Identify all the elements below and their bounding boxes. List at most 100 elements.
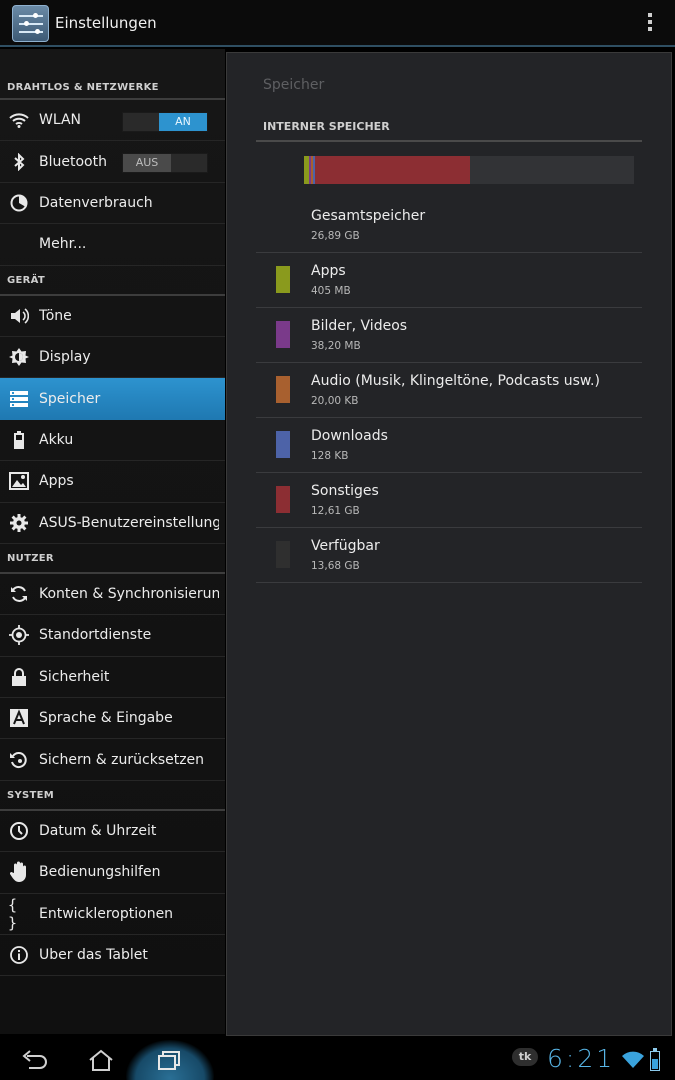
sidebar-item-apps[interactable]: Apps (0, 461, 225, 503)
toggle-state: AUS (123, 154, 171, 173)
sidebar-item-date-time[interactable]: Datum & Uhrzeit (0, 811, 225, 853)
panel-title: Speicher (263, 77, 325, 93)
sidebar-item-language-input[interactable]: Sprache & Eingabe (0, 698, 225, 740)
sidebar-item-bluetooth[interactable]: Bluetooth AUS (0, 141, 225, 183)
sidebar-item-asus-settings[interactable]: ASUS-Benutzereinstellungen (0, 503, 225, 544)
sidebar-item-sounds[interactable]: Töne (0, 296, 225, 337)
sync-icon (8, 583, 30, 605)
sidebar-item-storage[interactable]: Speicher (0, 378, 225, 420)
sidebar-item-label: Konten & Synchronisierung (39, 586, 219, 603)
storage-row-value: 26,89 GB (311, 230, 360, 242)
brightness-icon (8, 346, 30, 368)
sidebar-item-label: Über das Tablet (39, 947, 148, 964)
sidebar-item-wlan[interactable]: WLAN AN (0, 100, 225, 142)
volume-icon (8, 305, 30, 327)
sidebar-item-label: Sicherheit (39, 668, 110, 685)
color-swatch (276, 376, 290, 403)
battery-icon (8, 429, 30, 451)
storage-row-total[interactable]: Gesamtspeicher 26,89 GB (256, 198, 642, 253)
color-swatch (276, 541, 290, 568)
color-swatch (276, 266, 290, 293)
internal-storage-header: INTERNER SPEICHER (256, 120, 642, 142)
recent-apps-icon[interactable] (152, 1046, 186, 1074)
bluetooth-toggle[interactable]: AUS (122, 153, 208, 174)
storage-row-audio[interactable]: Audio (Musik, Klingeltöne, Podcasts usw.… (256, 363, 642, 418)
sidebar-item-more[interactable]: Mehr... (0, 224, 225, 266)
storage-row-available[interactable]: Verfügbar 13,68 GB (256, 528, 642, 583)
color-swatch (276, 431, 290, 458)
color-swatch (276, 486, 290, 513)
gear-icon (8, 512, 30, 534)
notification-badge[interactable]: tk (512, 1048, 538, 1066)
storage-row-value: 128 KB (311, 450, 349, 462)
back-icon[interactable] (18, 1046, 52, 1074)
sidebar-item-label: Speicher (39, 390, 101, 407)
apps-icon (8, 470, 30, 492)
clock-icon (8, 820, 30, 842)
sidebar-item-label: Bedienungshilfen (39, 864, 161, 881)
sidebar-item-label: Standortdienste (39, 627, 152, 644)
home-icon[interactable] (84, 1046, 118, 1074)
sidebar-item-about-tablet[interactable]: Über das Tablet (0, 935, 225, 977)
storage-row-downloads[interactable]: Downloads 128 KB (256, 418, 642, 473)
status-clock[interactable]: 6:21 (547, 1044, 615, 1073)
accessibility-hand-icon (8, 861, 30, 883)
storage-icon (8, 388, 30, 410)
bluetooth-icon (8, 151, 30, 173)
location-icon (8, 624, 30, 646)
lock-icon (8, 666, 30, 688)
storage-row-value: 13,68 GB (311, 560, 360, 572)
storage-row-value: 20,00 KB (311, 395, 359, 407)
sidebar-item-label: Sichern & zurücksetzen (39, 751, 205, 768)
sidebar-item-developer-options[interactable]: { } Entwickleroptionen (0, 894, 225, 936)
overflow-menu-icon[interactable] (647, 13, 653, 35)
sidebar-item-label: Entwickleroptionen (39, 905, 174, 922)
section-header-device: GERÄT (0, 266, 225, 296)
action-bar: Einstellungen (0, 0, 675, 47)
sidebar-item-security[interactable]: Sicherheit (0, 657, 225, 699)
wifi-icon (8, 109, 30, 131)
storage-row-value: 12,61 GB (311, 505, 360, 517)
section-header-user: NUTZER (0, 544, 225, 574)
storage-usage-bar (304, 156, 635, 184)
sidebar-item-label: Akku (39, 431, 74, 448)
storage-row-name: Gesamtspeicher (311, 208, 426, 224)
sidebar-item-accessibility[interactable]: Bedienungshilfen (0, 852, 225, 894)
sidebar-item-label: Mehr... (39, 236, 87, 253)
usage-segment-sonstiges (314, 156, 470, 184)
sidebar-item-display[interactable]: Display (0, 337, 225, 379)
wifi-signal-icon (622, 1051, 644, 1073)
data-usage-icon (8, 192, 30, 214)
storage-row-pictures-videos[interactable]: Bilder, Videos 38,20 MB (256, 308, 642, 363)
storage-row-value: 405 MB (311, 285, 351, 297)
sidebar-item-battery[interactable]: Akku (0, 420, 225, 462)
storage-row-other[interactable]: Sonstiges 12,61 GB (256, 473, 642, 528)
sidebar-item-label: Sprache & Eingabe (39, 710, 173, 727)
language-icon (8, 707, 30, 729)
color-swatch (276, 321, 290, 348)
battery-status-icon (650, 1048, 660, 1071)
settings-app-icon[interactable] (12, 5, 49, 42)
storage-row-value: 38,20 MB (311, 340, 361, 352)
system-nav-bar: tk 6:21 (0, 1040, 675, 1080)
wlan-toggle[interactable]: AN (122, 112, 208, 132)
sidebar-item-location[interactable]: Standortdienste (0, 615, 225, 657)
storage-row-name: Sonstiges (311, 483, 379, 499)
sidebar-item-label: Apps (39, 473, 74, 490)
sidebar-item-backup-reset[interactable]: Sichern & zurücksetzen (0, 739, 225, 781)
info-icon (8, 944, 30, 966)
sidebar-item-data-usage[interactable]: Datenverbrauch (0, 183, 225, 225)
sidebar-item-label: Datenverbrauch (39, 194, 153, 211)
sidebar-item-label: Töne (39, 307, 72, 324)
settings-sidebar: DRAHTLOS & NETZWERKE WLAN AN Bluetooth A… (0, 49, 225, 1034)
sidebar-item-accounts-sync[interactable]: Konten & Synchronisierung (0, 574, 225, 616)
storage-row-name: Bilder, Videos (311, 318, 408, 334)
sidebar-item-label: Datum & Uhrzeit (39, 823, 157, 840)
storage-row-apps[interactable]: Apps 405 MB (256, 253, 642, 308)
storage-row-name: Verfügbar (311, 538, 380, 554)
storage-row-name: Downloads (311, 428, 388, 444)
backup-icon (8, 749, 30, 771)
toggle-state: AN (159, 113, 207, 131)
section-header-system: SYSTEM (0, 781, 225, 811)
developer-braces-icon: { } (8, 895, 18, 932)
